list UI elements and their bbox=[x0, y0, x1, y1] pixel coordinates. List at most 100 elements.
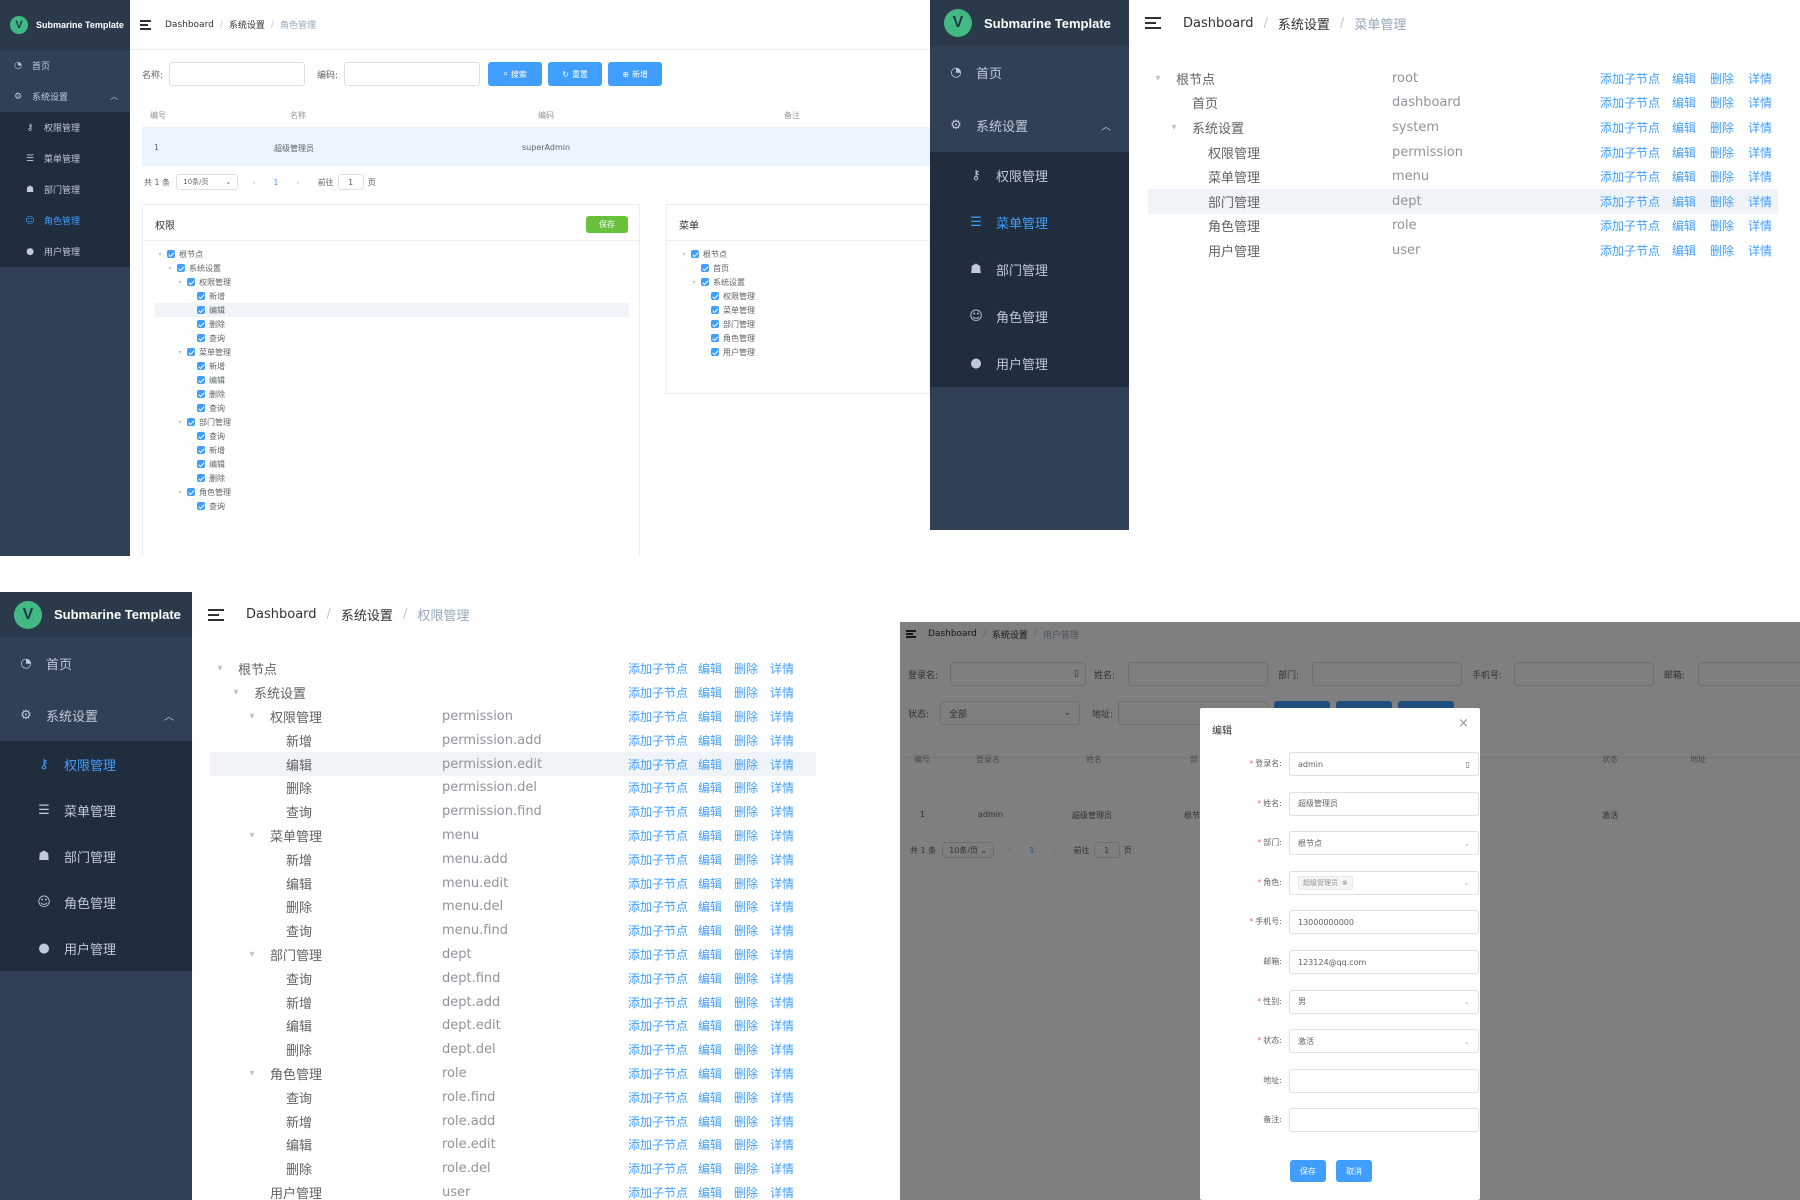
tree-table-row[interactable]: 删除 menu.del 添加子节点 编辑 删除 详情 bbox=[210, 895, 816, 919]
field-input[interactable]: 超级管理员 ⊗ ⌄ bbox=[1289, 870, 1479, 895]
edit-link[interactable]: 编辑 bbox=[698, 756, 722, 773]
edit-link[interactable]: 编辑 bbox=[698, 779, 722, 796]
tree-node[interactable]: 查询 bbox=[155, 429, 629, 443]
add-child-link[interactable]: 添加子节点 bbox=[628, 827, 688, 844]
detail-link[interactable]: 详情 bbox=[770, 1160, 794, 1177]
edit-link[interactable]: 编辑 bbox=[698, 946, 722, 963]
detail-link[interactable]: 详情 bbox=[770, 970, 794, 987]
tree-table-row[interactable]: 删除 permission.del 添加子节点 编辑 删除 详情 bbox=[210, 776, 816, 800]
tree-node[interactable]: 新增 bbox=[155, 443, 629, 457]
tree-node[interactable]: 首页 bbox=[679, 261, 919, 275]
checkbox[interactable] bbox=[701, 278, 709, 286]
caret-down-icon[interactable]: ▾ bbox=[175, 489, 185, 496]
add-child-link[interactable]: 添加子节点 bbox=[628, 779, 688, 796]
detail-link[interactable]: 详情 bbox=[770, 684, 794, 701]
tree-node[interactable]: ▾ 部门管理 bbox=[155, 415, 629, 429]
edit-link[interactable]: 编辑 bbox=[698, 922, 722, 939]
delete-link[interactable]: 删除 bbox=[734, 1113, 758, 1130]
tree-node[interactable]: ▾ 根节点 bbox=[679, 247, 919, 261]
add-child-link[interactable]: 添加子节点 bbox=[628, 1041, 688, 1058]
tree-node[interactable]: 部门管理 bbox=[679, 317, 919, 331]
checkbox[interactable] bbox=[197, 334, 205, 342]
edit-link[interactable]: 编辑 bbox=[698, 827, 722, 844]
edit-link[interactable]: 编辑 bbox=[698, 898, 722, 915]
caret-down-icon[interactable]: ▾ bbox=[246, 949, 258, 960]
tree-table-row[interactable]: ▾ 角色管理 role 添加子节点 编辑 删除 详情 bbox=[210, 1062, 816, 1086]
add-child-link[interactable]: 添加子节点 bbox=[628, 1017, 688, 1034]
delete-link[interactable]: 删除 bbox=[1710, 119, 1734, 136]
checkbox[interactable] bbox=[197, 376, 205, 384]
caret-down-icon[interactable]: ▾ bbox=[214, 663, 226, 674]
breadcrumb-system[interactable]: 系统设置 bbox=[341, 605, 393, 624]
checkbox[interactable] bbox=[197, 404, 205, 412]
edit-link[interactable]: 编辑 bbox=[1672, 217, 1696, 234]
caret-down-icon[interactable]: ▾ bbox=[175, 349, 185, 356]
delete-link[interactable]: 删除 bbox=[734, 732, 758, 749]
field-input[interactable]: 超级管理员 bbox=[1289, 791, 1479, 816]
breadcrumb-dashboard[interactable]: Dashboard bbox=[246, 607, 317, 622]
tree-table-row[interactable]: ▾ 系统设置 添加子节点 编辑 删除 详情 bbox=[210, 681, 816, 705]
caret-down-icon[interactable]: ▾ bbox=[175, 279, 185, 286]
edit-link[interactable]: 编辑 bbox=[1672, 193, 1696, 210]
delete-link[interactable]: 删除 bbox=[734, 922, 758, 939]
field-input[interactable] bbox=[1289, 1108, 1479, 1133]
sidebar-item-home[interactable]: ◔ 首页 bbox=[930, 46, 1129, 99]
edit-link[interactable]: 编辑 bbox=[1672, 94, 1696, 111]
sidebar-item-user[interactable]: ● 用户管理 bbox=[0, 925, 192, 971]
delete-link[interactable]: 删除 bbox=[734, 684, 758, 701]
edit-link[interactable]: 编辑 bbox=[698, 708, 722, 725]
checkbox[interactable] bbox=[167, 250, 175, 258]
tree-table-row[interactable]: 菜单管理 menu 添加子节点 编辑 删除 详情 bbox=[1148, 164, 1778, 189]
detail-link[interactable]: 详情 bbox=[770, 851, 794, 868]
sidebar-item-menu[interactable]: ☰ 菜单管理 bbox=[0, 787, 192, 833]
add-child-link[interactable]: 添加子节点 bbox=[1600, 168, 1660, 185]
detail-link[interactable]: 详情 bbox=[770, 1065, 794, 1082]
goto-input[interactable]: 1 bbox=[337, 174, 364, 190]
caret-down-icon[interactable]: ▾ bbox=[246, 1068, 258, 1079]
code-input[interactable] bbox=[344, 62, 481, 86]
add-child-link[interactable]: 添加子节点 bbox=[1600, 144, 1660, 161]
sidebar-item-dept[interactable]: ☗ 部门管理 bbox=[930, 246, 1129, 293]
delete-link[interactable]: 删除 bbox=[734, 827, 758, 844]
add-child-link[interactable]: 添加子节点 bbox=[1600, 70, 1660, 87]
add-child-link[interactable]: 添加子节点 bbox=[1600, 119, 1660, 136]
checkbox[interactable] bbox=[197, 390, 205, 398]
tree-table-row[interactable]: 用户管理 user 添加子节点 编辑 删除 详情 bbox=[210, 1181, 816, 1200]
detail-link[interactable]: 详情 bbox=[770, 898, 794, 915]
detail-link[interactable]: 详情 bbox=[1748, 242, 1772, 259]
tree-node[interactable]: 编辑 bbox=[155, 457, 629, 471]
checkbox[interactable] bbox=[711, 348, 719, 356]
sidebar-item-system[interactable]: ⚙ 系统设置 ︿ bbox=[0, 81, 130, 112]
field-input[interactable]: admin ▯ bbox=[1289, 752, 1479, 776]
tree-table-row[interactable]: 权限管理 permission 添加子节点 编辑 删除 详情 bbox=[1148, 140, 1778, 165]
checkbox[interactable] bbox=[187, 488, 195, 496]
add-child-link[interactable]: 添加子节点 bbox=[628, 803, 688, 820]
caret-down-icon[interactable]: ▾ bbox=[1168, 122, 1180, 133]
checkbox[interactable] bbox=[711, 320, 719, 328]
add-child-link[interactable]: 添加子节点 bbox=[1600, 242, 1660, 259]
checkbox[interactable] bbox=[197, 446, 205, 454]
reset-button[interactable]: ↻ 重置 bbox=[548, 62, 603, 86]
hamburger-icon[interactable] bbox=[208, 608, 224, 621]
add-child-link[interactable]: 添加子节点 bbox=[628, 1184, 688, 1200]
delete-link[interactable]: 删除 bbox=[734, 970, 758, 987]
detail-link[interactable]: 详情 bbox=[1748, 119, 1772, 136]
add-child-link[interactable]: 添加子节点 bbox=[628, 1089, 688, 1106]
tree-node[interactable]: 新增 bbox=[155, 359, 629, 373]
sidebar-item-menu[interactable]: ☰ 菜单管理 bbox=[930, 199, 1129, 246]
delete-link[interactable]: 删除 bbox=[734, 1184, 758, 1200]
sidebar-item-permission[interactable]: ⚷ 权限管理 bbox=[0, 112, 130, 143]
search-button[interactable]: ⌕ 搜索 bbox=[488, 62, 543, 86]
edit-link[interactable]: 编辑 bbox=[698, 1160, 722, 1177]
tree-node[interactable]: 编辑 bbox=[155, 373, 629, 387]
add-child-link[interactable]: 添加子节点 bbox=[628, 1160, 688, 1177]
delete-link[interactable]: 删除 bbox=[734, 1017, 758, 1034]
edit-link[interactable]: 编辑 bbox=[1672, 242, 1696, 259]
edit-link[interactable]: 编辑 bbox=[698, 851, 722, 868]
edit-link[interactable]: 编辑 bbox=[698, 1017, 722, 1034]
tree-node[interactable]: 权限管理 bbox=[679, 289, 919, 303]
close-icon[interactable]: × bbox=[1458, 716, 1469, 731]
sidebar-item-dept[interactable]: ☗ 部门管理 bbox=[0, 833, 192, 879]
app-logo[interactable]: V Submarine Template bbox=[0, 592, 192, 637]
caret-down-icon[interactable]: ▾ bbox=[689, 279, 699, 286]
